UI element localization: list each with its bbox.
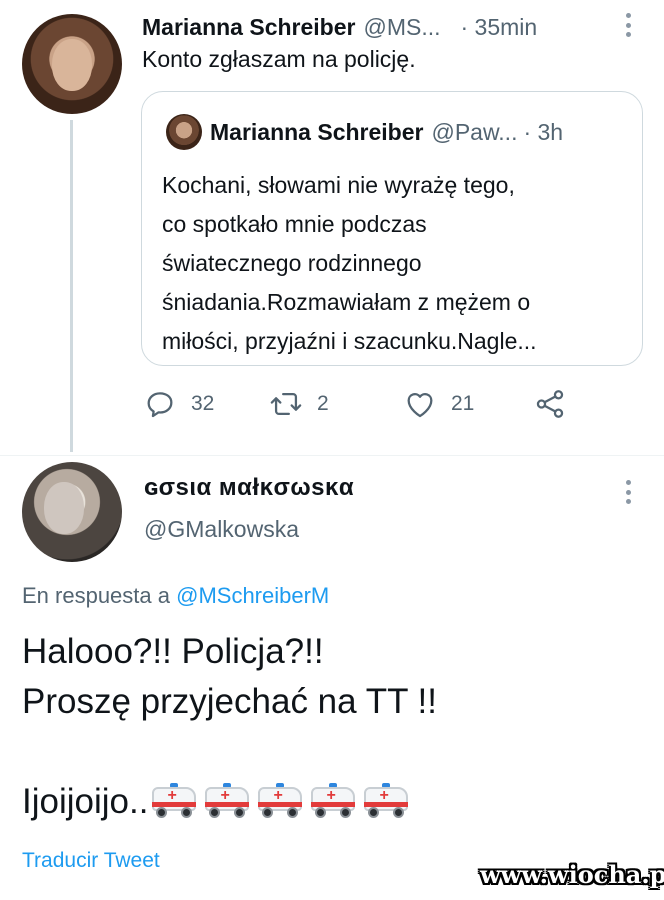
more-vertical-icon[interactable] [622,10,634,40]
watermark: www.wiocha.pl [480,860,664,889]
quoted-text-line: co spotkało mnie podczas [162,211,427,237]
translate-tweet-link[interactable]: Traducir Tweet [22,849,160,873]
quoted-author-handle: @Paw... [431,118,518,145]
thread-line [70,120,73,452]
retweet-count: 2 [317,392,329,415]
more-vertical-icon[interactable] [622,477,634,507]
tweet-text-line: Halooo?!! Policja?!! [22,632,324,671]
avatar-marianna[interactable] [22,14,122,114]
quoted-avatar [166,114,202,150]
tweet-text-line [22,727,437,777]
author-handle[interactable]: @MS... [363,14,440,41]
author-handle[interactable]: @GMalkowska [144,516,299,543]
quoted-tweet[interactable]: Marianna Schreiber @Paw... · 3h Kochani,… [141,91,643,366]
ambulance-emoji: + [256,783,304,819]
ambulance-emoji: + [309,783,357,819]
quoted-header: Marianna Schreiber @Paw... · 3h [210,112,563,152]
ambulance-emoji: + [362,783,410,819]
like-count: 21 [451,392,475,415]
author-name[interactable]: ɢσѕια мαłĸσωѕĸα [144,474,354,502]
share-button[interactable] [533,384,581,424]
quoted-text-line: miłości, przyjaźni i szacunku.Nagle... [162,328,537,354]
avatar-gosia[interactable] [22,462,122,562]
heart-icon [407,393,433,418]
reply-prefix: En respuesta a [22,583,177,608]
tweet-divider [0,455,664,456]
quoted-text-line: Kochani, słowami nie wyrażę tego, [162,172,515,198]
tweet-time[interactable]: · 35min [461,14,538,41]
retweet-icon [270,392,302,416]
reply-context: En respuesta a @MSchreiberM [22,583,329,609]
retweet-button[interactable]: 2 [269,384,329,424]
ambulance-emoji-group: + + + + + [150,783,410,819]
tweet-text: Konto zgłaszam na policję. [142,46,416,72]
reply-mention-link[interactable]: @MSchreiberM [176,583,329,608]
quoted-text-line: śniadania.Rozmawiałam z mężem o [162,289,531,315]
share-icon [536,390,564,418]
tweet-text-line: Proszę przyjechać na TT !! [22,682,437,721]
quoted-text-line: światecznego rodzinnego [162,250,422,276]
tweet-text-line: Ijoijoijo.. [22,782,149,821]
ambulance-emoji: + [203,783,251,819]
ambulance-emoji: + [150,783,198,819]
tweet-actions: 32 2 21 [141,384,641,424]
reply-count: 32 [191,392,215,415]
tweet-header: Marianna Schreiber @MS... · 35min [142,10,642,44]
like-button[interactable]: 21 [403,384,474,424]
avatar-face [44,482,84,534]
tweet-text: Halooo?!! Policja?!! Proszę przyjechać n… [22,627,437,827]
avatar-face [52,39,92,91]
reply-icon [147,392,173,418]
quoted-author-name: Marianna Schreiber [210,118,424,145]
tweet-text-line-emoji: Ijoijoijo.. + + + + + [22,777,437,827]
quoted-time: · 3h [523,118,564,145]
author-name[interactable]: Marianna Schreiber [142,14,355,41]
quoted-text: Kochani, słowami nie wyrażę tego, co spo… [162,166,632,361]
reply-button[interactable]: 32 [143,384,214,424]
